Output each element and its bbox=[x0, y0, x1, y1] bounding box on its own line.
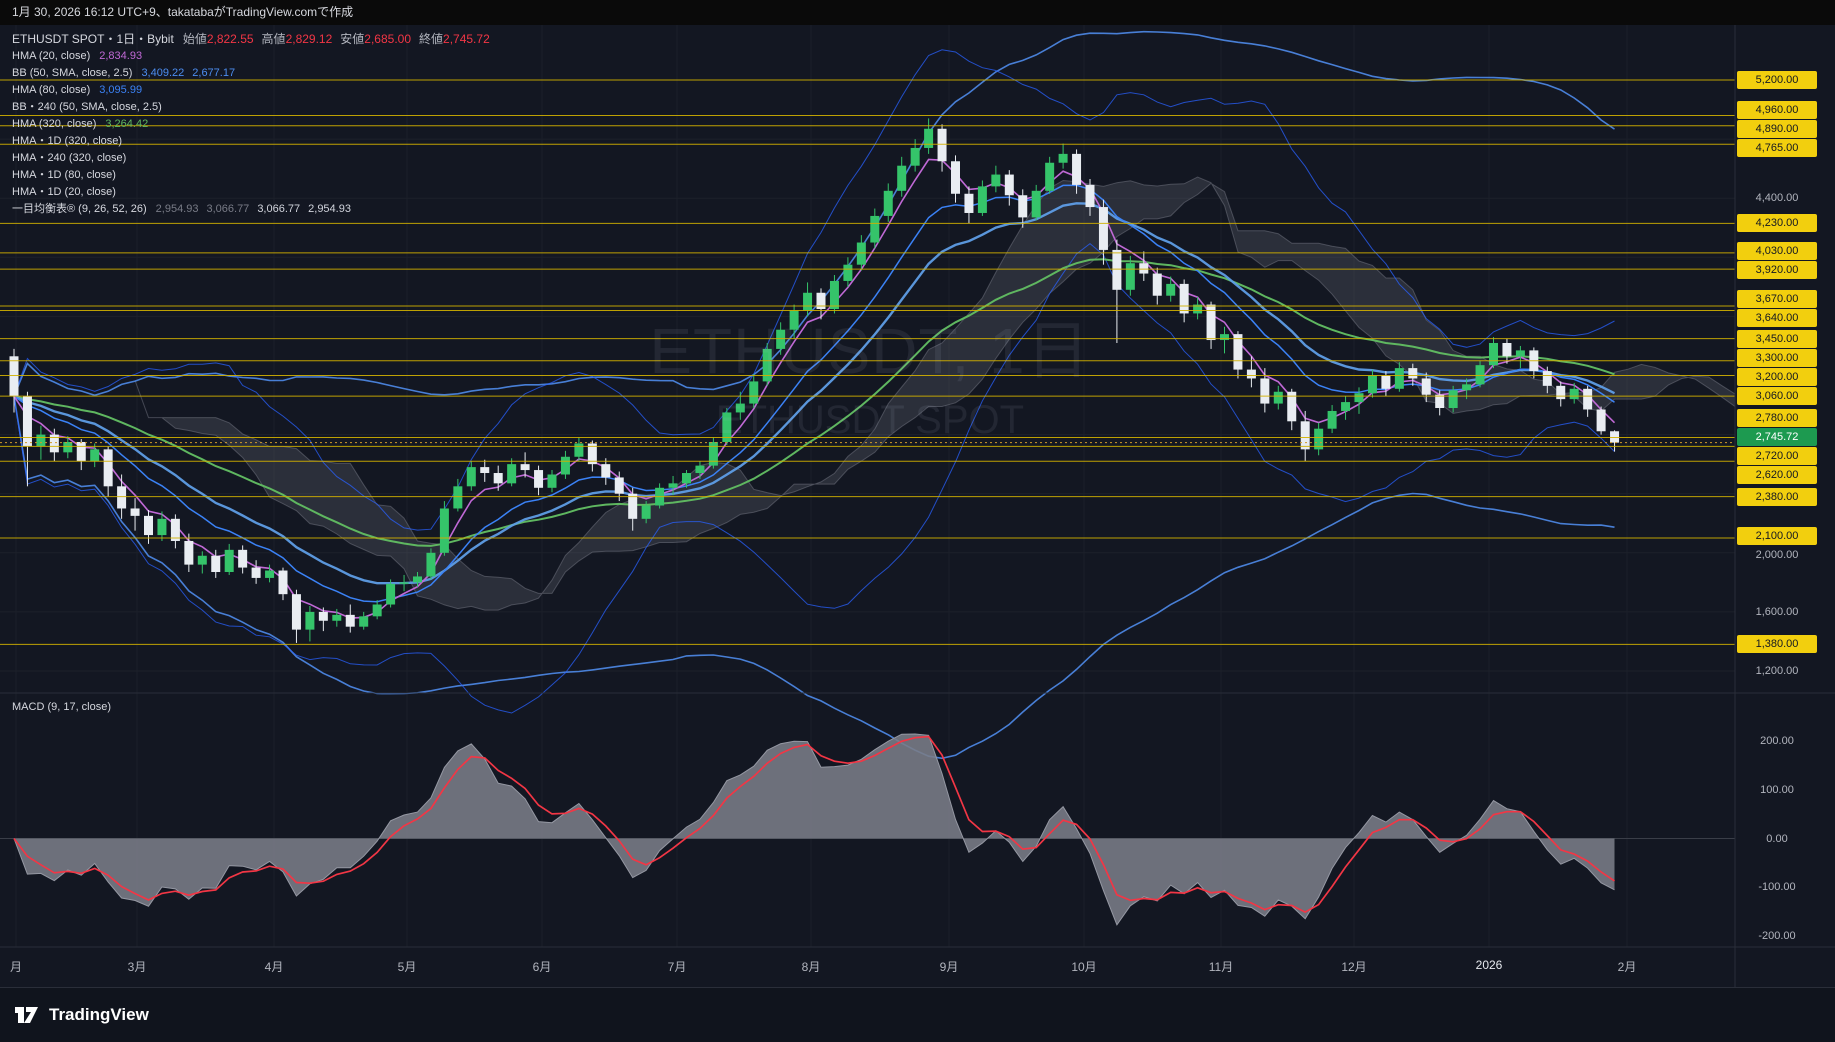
legend-row[interactable]: HMA・1D (20, close) bbox=[12, 184, 498, 201]
tradingview-brand-text[interactable]: TradingView bbox=[49, 1005, 149, 1025]
alert-price-label[interactable]: 3,640.00 bbox=[1737, 309, 1817, 327]
time-axis-label: 5月 bbox=[398, 958, 417, 975]
snapshot-caption: 1月 30, 2026 16:12 UTC+9、takatabaがTrading… bbox=[12, 5, 353, 19]
legend-row-value: 3,095.99 bbox=[99, 84, 142, 96]
legend-row[interactable]: HMA (80, close) 3,095.99 bbox=[12, 82, 498, 99]
legend-row-value: 2,954.93 bbox=[156, 203, 199, 215]
alert-price-label[interactable]: 4,030.00 bbox=[1737, 242, 1817, 260]
price-tick-label: 1,600.00 bbox=[1737, 603, 1817, 621]
time-axis-label: 3月 bbox=[128, 958, 147, 975]
time-axis-label: 月 bbox=[10, 958, 22, 975]
legend-row-value: 終値2,745.72 bbox=[419, 32, 490, 46]
alert-price-label[interactable]: 1,380.00 bbox=[1737, 635, 1817, 653]
price-axis[interactable]: 5,200.00 4,960.004,890.004,765.00 4,400.00… bbox=[1737, 25, 1833, 987]
footer-bar: TradingView bbox=[0, 987, 1835, 1042]
time-axis-label: 12月 bbox=[1341, 958, 1366, 975]
macd-legend-label: MACD (9, 17, close) bbox=[12, 701, 111, 713]
legend-row-label: HMA・1D (20, close) bbox=[12, 186, 116, 198]
legend-row-value: 3,066.77 bbox=[206, 203, 249, 215]
alert-price-label[interactable]: 5,200.00 bbox=[1737, 71, 1817, 89]
macd-tick-label: 100.00 bbox=[1737, 781, 1817, 799]
legend-row-label: BB・240 (50, SMA, close, 2.5) bbox=[12, 101, 162, 113]
legend-row[interactable]: 一目均衡表® (9, 26, 52, 26) 2,954.93 3,066.77 3,… bbox=[12, 201, 498, 218]
legend-row-value: 安値2,685.00 bbox=[340, 32, 411, 46]
macd-tick-label: 200.00 bbox=[1737, 732, 1817, 750]
indicator-legend: ETHUSDT SPOT・1日・Bybit 始値2,822.55 高値2,829.1… bbox=[12, 31, 498, 218]
alert-price-label[interactable]: 3,920.00 bbox=[1737, 261, 1817, 279]
legend-row-value: 2,677.17 bbox=[192, 67, 235, 79]
legend-value-prefix: 安値 bbox=[340, 32, 364, 46]
time-axis-label: 2026 bbox=[1476, 958, 1503, 972]
legend-row[interactable]: HMA (20, close) 2,834.93 bbox=[12, 48, 498, 65]
legend-row[interactable]: BB・240 (50, SMA, close, 2.5) bbox=[12, 99, 498, 116]
legend-row-value: 3,264.42 bbox=[105, 118, 148, 130]
alert-price-label[interactable]: 4,765.00 bbox=[1737, 139, 1817, 157]
legend-value-prefix: 高値 bbox=[262, 32, 286, 46]
legend-row-label: HMA・1D (320, close) bbox=[12, 135, 122, 147]
legend-row[interactable]: ETHUSDT SPOT・1日・Bybit 始値2,822.55 高値2,829.1… bbox=[12, 31, 498, 48]
macd-legend[interactable]: MACD (9, 17, close) bbox=[12, 701, 111, 713]
legend-row-label: HMA・1D (80, close) bbox=[12, 169, 116, 181]
legend-row-value: 2,834.93 bbox=[99, 50, 142, 62]
alert-price-label[interactable]: 3,300.00 bbox=[1737, 349, 1817, 367]
alert-price-label[interactable]: 4,230.00 bbox=[1737, 214, 1817, 232]
tradingview-logo-icon[interactable] bbox=[14, 1004, 40, 1026]
alert-price-label[interactable]: 2,620.00 bbox=[1737, 466, 1817, 484]
legend-row-value: 3,066.77 bbox=[257, 203, 300, 215]
alert-price-label[interactable]: 3,060.00 bbox=[1737, 387, 1817, 405]
legend-row-value: 高値2,829.12 bbox=[262, 32, 333, 46]
time-axis-label: 9月 bbox=[940, 958, 959, 975]
alert-price-label[interactable]: 2,780.00 bbox=[1737, 409, 1817, 427]
legend-row-value: 3,409.22 bbox=[141, 67, 184, 79]
legend-row-label: HMA (80, close) bbox=[12, 84, 90, 96]
alert-price-label[interactable]: 2,100.00 bbox=[1737, 527, 1817, 545]
legend-row-label: ETHUSDT SPOT・1日・Bybit bbox=[12, 32, 174, 46]
time-axis-label: 6月 bbox=[533, 958, 552, 975]
alert-price-label[interactable]: 4,960.00 bbox=[1737, 101, 1817, 119]
legend-row-value: 2,954.93 bbox=[308, 203, 351, 215]
time-axis-label: 8月 bbox=[802, 958, 821, 975]
legend-row-value: 始値2,822.55 bbox=[183, 32, 254, 46]
legend-row[interactable]: HMA (320, close) 3,264.42 bbox=[12, 116, 498, 133]
alert-price-label[interactable]: 2,720.00 bbox=[1737, 447, 1817, 465]
macd-tick-label: 0.00 bbox=[1737, 830, 1817, 848]
legend-row[interactable]: HMA・240 (320, close) bbox=[12, 150, 498, 167]
time-axis-label: 11月 bbox=[1209, 958, 1233, 975]
macd-tick-label: -200.00 bbox=[1737, 927, 1817, 945]
time-axis-label: 2月 bbox=[1618, 958, 1637, 975]
time-axis-label: 4月 bbox=[265, 958, 284, 975]
alert-price-label[interactable]: 3,670.00 bbox=[1737, 290, 1817, 308]
legend-row-label: BB (50, SMA, close, 2.5) bbox=[12, 67, 132, 79]
tradingview-snapshot: 1月 30, 2026 16:12 UTC+9、takatabaがTrading… bbox=[0, 0, 1835, 1042]
time-axis[interactable]: 月 3月 4月 5月 6月 7月 8月 9月 10月 11月 12月 2026 2月 bbox=[0, 950, 1835, 984]
snapshot-caption-bar: 1月 30, 2026 16:12 UTC+9、takatabaがTrading… bbox=[0, 0, 1835, 25]
legend-row[interactable]: HMA・1D (320, close) bbox=[12, 133, 498, 150]
alert-price-label[interactable]: 3,450.00 bbox=[1737, 330, 1817, 348]
alert-price-label[interactable]: 2,380.00 bbox=[1737, 488, 1817, 506]
legend-value-prefix: 終値 bbox=[419, 32, 443, 46]
time-axis-label: 10月 bbox=[1071, 958, 1096, 975]
current-price-label[interactable]: 2,745.72 bbox=[1737, 428, 1817, 446]
legend-row-label: HMA (20, close) bbox=[12, 50, 90, 62]
legend-value-prefix: 始値 bbox=[183, 32, 207, 46]
legend-row[interactable]: HMA・1D (80, close) bbox=[12, 167, 498, 184]
legend-row-label: HMA・240 (320, close) bbox=[12, 152, 126, 164]
price-tick-label: 1,200.00 bbox=[1737, 662, 1817, 680]
alert-price-label[interactable]: 4,890.00 bbox=[1737, 120, 1817, 138]
time-axis-label: 7月 bbox=[668, 958, 687, 975]
alert-price-label[interactable]: 3,200.00 bbox=[1737, 368, 1817, 386]
price-tick-label: 2,000.00 bbox=[1737, 546, 1817, 564]
legend-row-label: HMA (320, close) bbox=[12, 118, 96, 130]
price-tick-label: 4,400.00 bbox=[1737, 189, 1817, 207]
legend-row-label: 一目均衡表® (9, 26, 52, 26) bbox=[12, 203, 147, 215]
macd-tick-label: -100.00 bbox=[1737, 878, 1817, 896]
legend-row[interactable]: BB (50, SMA, close, 2.5) 3,409.22 2,677.17 bbox=[12, 65, 498, 82]
